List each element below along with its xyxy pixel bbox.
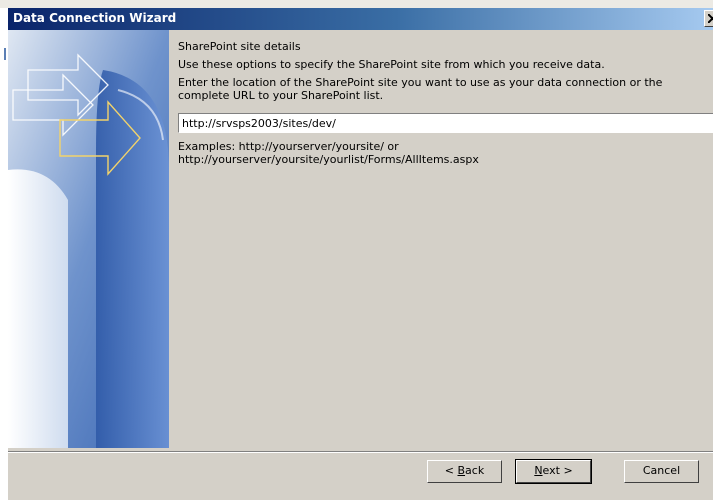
footer-separator-highlight [8,452,713,453]
back-button[interactable]: < Back [427,460,502,483]
cancel-button[interactable]: Cancel [624,460,699,483]
examples-line-1: Examples: http://yourserver/yoursite/ or [178,140,399,153]
examples-line-2: http://yourserver/yoursite/yourlist/Form… [178,153,479,166]
wizard-body: SharePoint site details Use these option… [8,30,713,500]
next-button-label: ext > [542,464,573,477]
wizard-arrows-illustration [8,30,169,448]
url-field-label: Enter the location of the SharePoint sit… [178,76,663,102]
close-button[interactable] [704,10,713,27]
close-icon [708,14,713,23]
background-strip [0,0,713,8]
next-button-accelerator: N [534,464,543,477]
examples-text: Examples: http://yourserver/yoursite/ or… [178,140,703,166]
page-heading: SharePoint site details [178,40,301,53]
background-edge [0,8,8,500]
sharepoint-url-input[interactable] [178,113,713,133]
wizard-banner-image [8,30,169,448]
next-button[interactable]: Next > [515,459,592,484]
back-button-accelerator: B [457,464,466,477]
back-button-label: ack [465,464,485,477]
back-button-prefix: < [444,464,458,477]
title-bar[interactable]: Data Connection Wizard [8,8,713,30]
background-artifact [4,48,6,60]
window-title: Data Connection Wizard [13,11,177,25]
page-description: Use these options to specify the SharePo… [178,58,605,71]
